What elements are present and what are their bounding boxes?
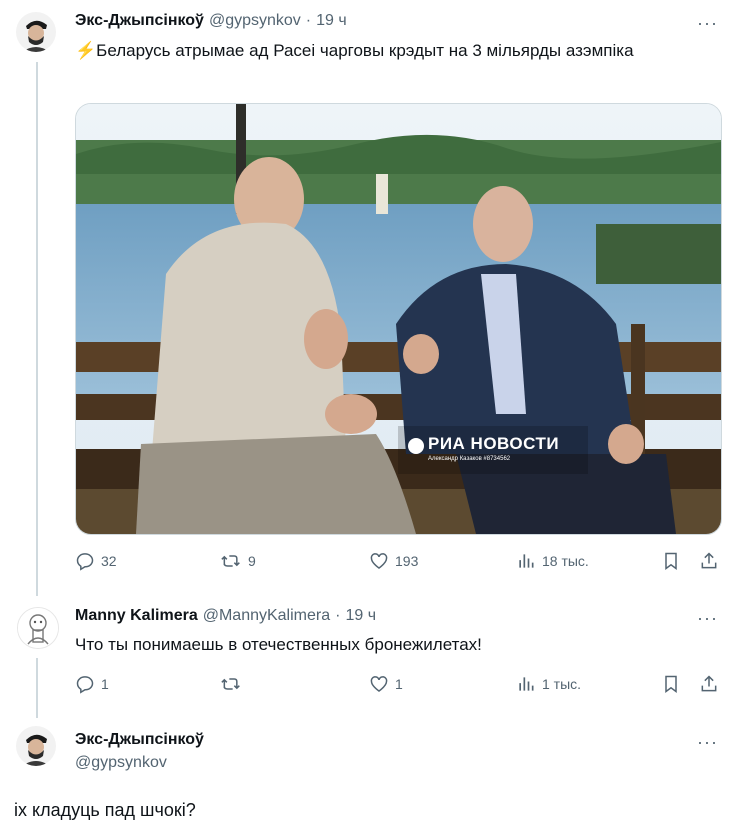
- reply-icon: [76, 676, 94, 694]
- thread-line: [36, 62, 38, 596]
- tweet-time[interactable]: 19 ч: [316, 12, 347, 30]
- share-icon: [701, 552, 717, 569]
- avatar[interactable]: [17, 607, 59, 649]
- bookmark-button[interactable]: [661, 674, 681, 694]
- reply-button[interactable]: 1: [75, 674, 109, 694]
- share-button[interactable]: [699, 551, 719, 571]
- reply-count: 1: [101, 676, 109, 692]
- retweet-icon: [221, 555, 240, 567]
- tweet-actions: 32 9 193 18 тыс.: [75, 551, 720, 575]
- retweet-icon: [221, 678, 240, 690]
- author-name[interactable]: Manny Kalimera: [75, 607, 198, 625]
- tweet-text: іх кладуць пад шчокі?: [14, 800, 196, 820]
- retweet-button[interactable]: [220, 674, 248, 694]
- view-count: 18 тыс.: [542, 553, 589, 569]
- lightning-emoji: ⚡: [75, 41, 97, 60]
- views-icon: [519, 554, 534, 568]
- reply-icon: [76, 553, 94, 571]
- tweet-body: Беларусь атрымае ад Расеі чарговы крэдыт…: [96, 41, 634, 60]
- like-count: 1: [395, 676, 403, 692]
- bookmark-icon: [665, 675, 677, 693]
- photo-illustration: [76, 104, 721, 534]
- thread-line: [36, 658, 38, 718]
- like-button[interactable]: 1: [369, 674, 403, 694]
- avatar[interactable]: [16, 12, 56, 52]
- photo-watermark: РИА НОВОСТИ Александр Казаков #8734562: [428, 434, 559, 462]
- author-handle[interactable]: @gypsynkov: [75, 754, 167, 772]
- share-button[interactable]: [699, 674, 719, 694]
- tweet-photo[interactable]: РИА НОВОСТИ Александр Казаков #8734562: [75, 103, 722, 535]
- views-button[interactable]: 1 тыс.: [516, 674, 581, 694]
- retweet-button[interactable]: 9: [220, 551, 256, 571]
- watermark-brand: РИА НОВОСТИ: [428, 434, 560, 453]
- bookmark-button[interactable]: [661, 551, 681, 571]
- tweet-actions: 1 1 1 тыс.: [75, 674, 720, 698]
- separator-dot: ·: [305, 12, 312, 29]
- like-button[interactable]: 193: [369, 551, 418, 571]
- author-name[interactable]: Экс-Джыпсінкоў: [75, 731, 204, 749]
- reply-count: 32: [101, 553, 117, 569]
- share-icon: [701, 675, 717, 692]
- more-icon[interactable]: ···: [697, 733, 718, 751]
- author-name[interactable]: Экс-Джыпсінкоў: [75, 12, 204, 30]
- view-count: 1 тыс.: [542, 676, 582, 692]
- avatar[interactable]: [16, 726, 56, 766]
- like-icon: [370, 553, 388, 570]
- author-handle[interactable]: @gypsynkov: [209, 12, 301, 30]
- like-count: 193: [395, 553, 419, 569]
- tweet-text: ⚡Беларусь атрымае ад Расеі чарговы крэды…: [75, 39, 675, 63]
- tweet-time[interactable]: 19 ч: [345, 607, 376, 625]
- views-icon: [519, 677, 534, 691]
- reply-button[interactable]: 32: [75, 551, 117, 571]
- views-button[interactable]: 18 тыс.: [516, 551, 589, 571]
- separator-dot: ·: [335, 607, 341, 624]
- tweet-text: Что ты понимаешь в отечественных бронежи…: [75, 635, 482, 654]
- author-handle[interactable]: @MannyKalimera: [203, 607, 330, 625]
- retweet-count: 9: [248, 553, 256, 569]
- more-icon[interactable]: ···: [697, 14, 718, 32]
- watermark-credit: Александр Казаков #8734562: [428, 456, 511, 462]
- bookmark-icon: [665, 552, 677, 570]
- like-icon: [370, 676, 388, 693]
- more-icon[interactable]: ···: [697, 609, 718, 627]
